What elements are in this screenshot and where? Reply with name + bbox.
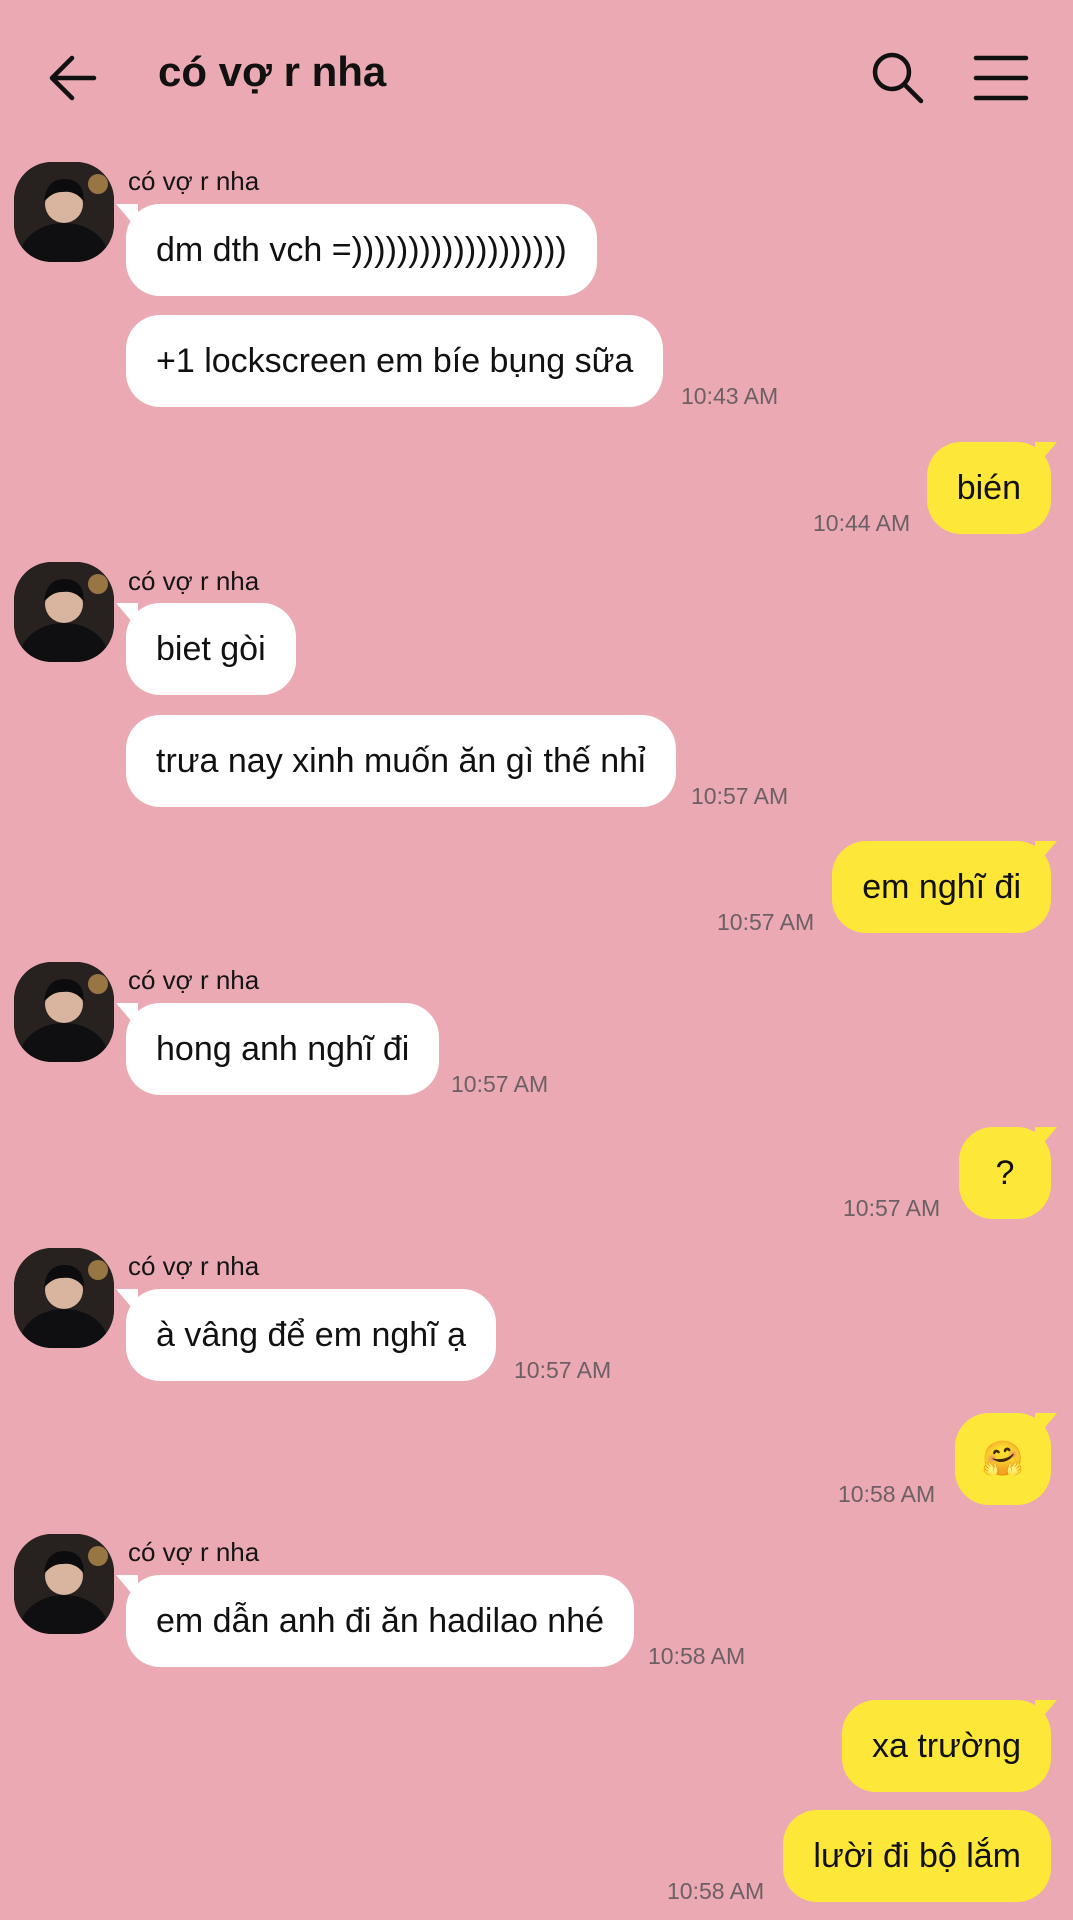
incoming-message[interactable]: dm dth vch =))))))))))))))))))) [116, 204, 597, 296]
incoming-message[interactable]: em dẫn anh đi ăn hadilao nhé [115, 1575, 635, 1667]
incoming-message[interactable]: à vâng để em nghĩ ạ [115, 1289, 497, 1381]
avatar-photo [14, 962, 114, 1062]
contact-avatar[interactable] [14, 162, 114, 262]
chat-header: có vợ r nha [0, 0, 1073, 150]
message-timestamp: 10:57 AM [451, 1071, 549, 1097]
sender-name: có vợ r nha [128, 965, 260, 995]
sender-name: có vợ r nha [128, 566, 260, 596]
contact-avatar[interactable] [14, 962, 114, 1062]
avatar-photo [14, 162, 114, 262]
outgoing-message[interactable]: 🤗 [955, 1413, 1057, 1505]
message-timestamp: 10:57 AM [843, 1195, 941, 1221]
message-timestamp: 10:44 AM [813, 510, 911, 536]
arrow-left-icon [49, 55, 97, 101]
message-timestamp: 10:57 AM [717, 909, 815, 935]
message-timestamp: 10:57 AM [691, 783, 789, 809]
outgoing-message[interactable]: em nghĩ đi [832, 841, 1057, 933]
incoming-message[interactable]: +1 lockscreen em bíe bụng sữa [126, 315, 664, 407]
search-button[interactable] [868, 48, 928, 108]
chat-title: có vợ r nha [158, 48, 387, 95]
incoming-message[interactable]: trưa nay xinh muốn ăn gì thế nhỉ [126, 715, 676, 807]
outgoing-message[interactable]: ? [959, 1127, 1057, 1219]
hamburger-menu-icon [973, 55, 1029, 101]
message-timestamp: 10:57 AM [514, 1357, 612, 1383]
sender-name: có vợ r nha [128, 1537, 260, 1567]
contact-avatar[interactable] [14, 1534, 114, 1634]
avatar-photo [14, 1534, 114, 1634]
menu-button[interactable] [972, 50, 1030, 106]
incoming-message[interactable]: biet gòi [116, 603, 296, 695]
message-timestamp: 10:58 AM [667, 1878, 765, 1904]
avatar-photo [14, 562, 114, 662]
sender-name: có vợ r nha [128, 1251, 260, 1281]
search-icon [872, 52, 924, 104]
outgoing-message[interactable]: bién [926, 442, 1058, 534]
sender-name: có vợ r nha [128, 166, 260, 196]
contact-avatar[interactable] [14, 1248, 114, 1348]
back-button[interactable] [46, 50, 102, 106]
message-timestamp: 10:58 AM [648, 1643, 746, 1669]
avatar-photo [14, 1248, 114, 1348]
contact-avatar[interactable] [14, 562, 114, 662]
message-timestamp: 10:58 AM [838, 1481, 936, 1507]
message-timestamp: 10:43 AM [681, 383, 779, 409]
outgoing-message[interactable]: xa trường [842, 1700, 1057, 1792]
outgoing-message[interactable]: lười đi bộ lắm [783, 1810, 1051, 1902]
incoming-message[interactable]: hong anh nghĩ đi [115, 1003, 440, 1095]
